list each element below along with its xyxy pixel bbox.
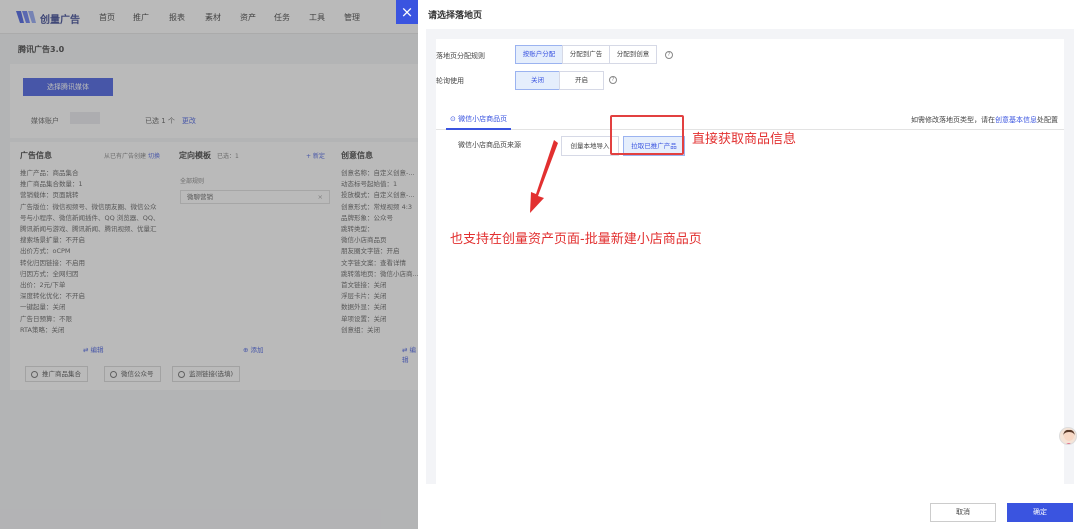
drawer-content: 落地页分配规则 按账户分配 分配到广告 分配到创意 ? 轮询使用 关闭 开启 ?… (436, 39, 1064, 484)
rotate-label: 轮询使用 (436, 77, 464, 85)
drawer-title: 请选择落地页 (428, 11, 483, 21)
avatar[interactable] (1059, 427, 1077, 445)
drawer-body: 落地页分配规则 按账户分配 分配到广告 分配到创意 ? 轮询使用 关闭 开启 ?… (426, 29, 1074, 484)
rule-option-creative[interactable]: 分配到创意 (609, 45, 657, 64)
annotation-batch-create: 也支持在创量资产页面-批量新建小店商品页 (450, 232, 702, 247)
rotate-option-off[interactable]: 关闭 (515, 71, 560, 90)
rule-label: 落地页分配规则 (436, 52, 485, 60)
drawer-footer: 取消 确定 (418, 484, 1080, 529)
confirm-button[interactable]: 确定 (1007, 503, 1073, 522)
tab-wechat-shop-page[interactable]: ⊙ 微信小店商品页 (446, 109, 512, 130)
rotate-option-on[interactable]: 开启 (559, 71, 604, 90)
help-icon[interactable]: ? (609, 76, 617, 84)
arrow-annotation-icon (530, 140, 558, 213)
highlight-box (610, 115, 684, 155)
creative-basic-info-link[interactable]: 创意基本信息 (995, 116, 1037, 124)
rule-option-ad[interactable]: 分配到广告 (562, 45, 610, 64)
landing-page-drawer: 请选择落地页 落地页分配规则 按账户分配 分配到广告 分配到创意 ? 轮询使用 … (418, 0, 1080, 529)
modal-overlay[interactable] (0, 0, 418, 529)
landing-type-tabs: ⊙ 微信小店商品页 如需修改落地页类型，请在创意基本信息处配置 (436, 109, 1064, 130)
help-icon[interactable]: ? (665, 51, 673, 59)
cancel-button[interactable]: 取消 (930, 503, 996, 522)
tab-note: 如需修改落地页类型，请在创意基本信息处配置 (911, 116, 1058, 124)
source-label: 微信小店商品页来源 (458, 141, 521, 149)
annotation-direct-fetch: 直接获取商品信息 (692, 132, 797, 147)
check-circle-icon: ⊙ (450, 115, 456, 123)
close-icon[interactable]: × (396, 0, 418, 24)
rule-option-account[interactable]: 按账户分配 (515, 45, 563, 64)
